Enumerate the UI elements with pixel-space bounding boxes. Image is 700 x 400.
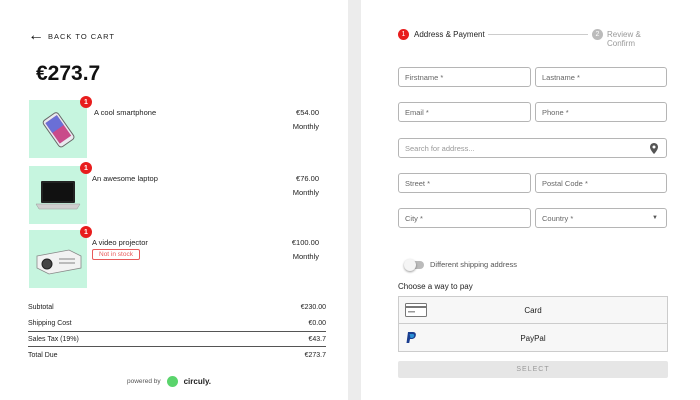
item-name: An awesome laptop bbox=[92, 174, 158, 183]
country-select[interactable]: Country * ▼ bbox=[535, 208, 667, 228]
back-to-cart-link[interactable]: ← BACK TO CART bbox=[28, 27, 116, 44]
payment-heading: Choose a way to pay bbox=[398, 282, 473, 291]
item-price: €76.00 bbox=[296, 174, 319, 183]
shipping-toggle-label: Different shipping address bbox=[430, 260, 517, 269]
chevron-down-icon: ▼ bbox=[652, 215, 658, 221]
powered-by-label: powered by bbox=[127, 378, 161, 385]
cart-total: €273.7 bbox=[36, 62, 101, 85]
subtotal-value: €230.00 bbox=[300, 303, 326, 311]
pay-option-card[interactable]: Card bbox=[399, 297, 667, 324]
smartphone-image bbox=[29, 100, 87, 158]
cart-item: 1 A video projector Not in stock €100.00… bbox=[29, 226, 329, 288]
projector-image bbox=[29, 230, 87, 288]
total-due-label: Total Due bbox=[28, 351, 58, 359]
divider bbox=[28, 346, 326, 347]
pay-option-label: Card bbox=[524, 305, 542, 315]
shipping-address-toggle[interactable]: Different shipping address bbox=[404, 258, 517, 271]
select-button[interactable]: SELECT bbox=[398, 361, 668, 378]
phone-field[interactable]: Phone * bbox=[535, 102, 667, 122]
cart-panel: ← BACK TO CART €273.7 1 A cool smartphon… bbox=[0, 0, 348, 400]
subtotal-label: Subtotal bbox=[28, 303, 54, 311]
laptop-image bbox=[29, 166, 87, 224]
tax-row: Sales Tax (19%) €43.7 bbox=[28, 332, 326, 346]
item-name: A cool smartphone bbox=[94, 108, 157, 117]
step-connector bbox=[488, 34, 588, 35]
cart-item: 1 A cool smartphone €54.00 Monthly bbox=[29, 96, 329, 158]
postal-code-field[interactable]: Postal Code * bbox=[535, 173, 667, 193]
quantity-badge: 1 bbox=[80, 226, 92, 238]
shipping-label: Shipping Cost bbox=[28, 319, 72, 327]
location-pin-icon[interactable] bbox=[650, 143, 658, 156]
arrow-left-icon: ← bbox=[28, 27, 44, 44]
shipping-value: €0.00 bbox=[308, 319, 326, 327]
pay-option-label: PayPal bbox=[520, 334, 546, 343]
subtotal-row: Subtotal €230.00 bbox=[28, 300, 326, 314]
quantity-badge: 1 bbox=[80, 162, 92, 174]
quantity-badge: 1 bbox=[80, 96, 92, 108]
total-due-row: Total Due €273.7 bbox=[28, 348, 326, 362]
item-frequency: Monthly bbox=[292, 188, 319, 197]
lastname-field[interactable]: Lastname * bbox=[535, 67, 667, 87]
email-field[interactable]: Email * bbox=[398, 102, 531, 122]
total-due-value: €273.7 bbox=[304, 351, 326, 359]
step-label-inactive[interactable]: Review & Confirm bbox=[607, 30, 670, 48]
step-label-active[interactable]: Address & Payment bbox=[414, 30, 485, 39]
street-field[interactable]: Street * bbox=[398, 173, 531, 193]
tax-value: €43.7 bbox=[308, 335, 326, 343]
back-to-cart-label: BACK TO CART bbox=[48, 31, 116, 41]
shipping-row: Shipping Cost €0.00 bbox=[28, 316, 326, 330]
step-number: 1 bbox=[398, 29, 409, 40]
toggle-switch[interactable] bbox=[404, 258, 424, 271]
item-name: A video projector bbox=[92, 238, 148, 247]
address-search-input[interactable]: Search for address... bbox=[398, 138, 667, 158]
item-price: €54.00 bbox=[296, 108, 319, 117]
paypal-icon bbox=[405, 331, 417, 347]
item-price: €100.00 bbox=[291, 238, 319, 247]
item-frequency: Monthly bbox=[292, 122, 319, 131]
step-number: 2 bbox=[592, 29, 603, 40]
toggle-knob bbox=[404, 258, 416, 271]
cart-item: 1 An awesome laptop €76.00 Monthly bbox=[29, 162, 329, 224]
city-field[interactable]: City * bbox=[398, 208, 531, 228]
stepper: 1 Address & Payment 2 Review & Confirm bbox=[398, 28, 670, 48]
tax-label: Sales Tax (19%) bbox=[28, 335, 79, 343]
payment-options: Card PayPal bbox=[398, 296, 668, 352]
credit-card-icon bbox=[405, 303, 427, 319]
brand-name: circuly. bbox=[183, 377, 212, 386]
powered-by: powered by circuly. bbox=[127, 376, 211, 387]
circuly-logo-icon bbox=[166, 376, 178, 387]
out-of-stock-badge: Not in stock bbox=[92, 249, 140, 260]
firstname-field[interactable]: Firstname * bbox=[398, 67, 531, 87]
pay-option-paypal[interactable]: PayPal bbox=[399, 325, 667, 352]
item-frequency: Monthly bbox=[292, 252, 319, 261]
